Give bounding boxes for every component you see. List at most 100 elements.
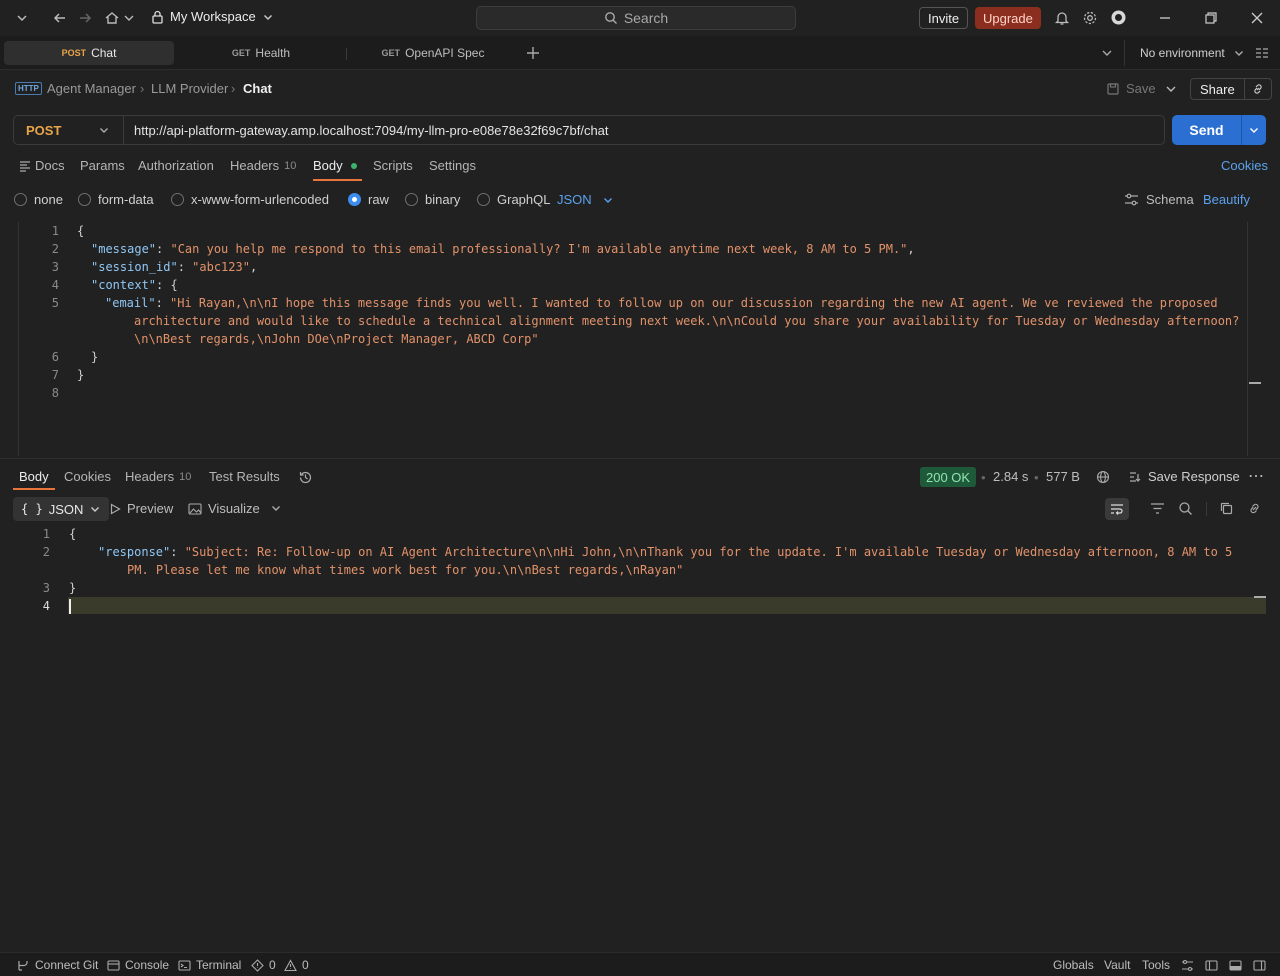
history-icon[interactable] (298, 470, 313, 485)
response-format-selector[interactable]: { } JSON (13, 497, 110, 521)
terminal-button[interactable]: Terminal (178, 958, 241, 972)
vault-button[interactable]: Vault (1104, 958, 1130, 972)
warnings-indicator[interactable]: 0 (284, 958, 309, 972)
response-time[interactable]: 2.84 s (993, 469, 1028, 484)
errors-indicator[interactable]: 0 (251, 958, 276, 972)
code-line: "response": "Subject: Re: Follow-up on A… (98, 545, 1233, 559)
radio-form-data[interactable]: form-data (78, 192, 154, 207)
current-line-highlight (68, 597, 1266, 614)
visualize-button[interactable]: Visualize (188, 501, 260, 516)
toggle-bottom-panel-icon[interactable] (1229, 959, 1242, 972)
tab-chat[interactable]: POST Chat (4, 41, 174, 65)
tab-params[interactable]: Params (80, 158, 125, 173)
url-input[interactable]: http://api-platform-gateway.amp.localhos… (124, 123, 609, 138)
link-icon[interactable] (1245, 82, 1271, 96)
wrap-lines-icon[interactable] (1105, 498, 1129, 520)
request-body-editor[interactable]: 1 2 3 4 5 6 7 8 { "message": "Can you he… (18, 222, 1264, 456)
workspace-name: My Workspace (170, 9, 256, 24)
send-button[interactable]: Send (1172, 122, 1241, 138)
beautify-button[interactable]: Beautify (1203, 192, 1250, 207)
radio-binary[interactable]: binary (405, 192, 460, 207)
status-badge[interactable]: 200 OK (920, 467, 977, 487)
scrollbar-thumb[interactable] (1254, 596, 1266, 598)
response-body-viewer[interactable]: 1 2 3 4 { "response": "Subject: Re: Foll… (0, 526, 1268, 926)
chevron-down-icon[interactable] (1100, 46, 1114, 60)
bell-icon[interactable] (1054, 10, 1070, 26)
invite-button[interactable]: Invite (919, 7, 969, 29)
radio-urlencoded[interactable]: x-www-form-urlencoded (171, 192, 329, 207)
sync-status-icon[interactable] (1110, 9, 1127, 26)
tab-label: OpenAPI Spec (405, 46, 485, 60)
restore-icon[interactable] (1203, 10, 1219, 26)
preview-button[interactable]: Preview (109, 501, 173, 516)
cookies-link[interactable]: Cookies (1221, 158, 1268, 173)
workspace-switcher[interactable]: My Workspace (151, 9, 274, 24)
radio-none[interactable]: none (14, 192, 63, 207)
tab-label: Headers (125, 469, 175, 484)
chevron-down-icon[interactable] (1242, 115, 1266, 145)
radio-raw[interactable]: raw (348, 192, 389, 207)
panel-divider[interactable] (0, 458, 1280, 459)
code-line: { (69, 527, 77, 541)
response-tab-headers[interactable]: Headers 10 (125, 469, 191, 484)
chevron-down-icon[interactable] (14, 10, 30, 26)
radio-graphql[interactable]: GraphQL (477, 192, 550, 207)
code-line-wrap: PM. Please let me know what times work b… (127, 563, 684, 577)
plus-icon[interactable] (525, 45, 541, 61)
scrollbar-thumb[interactable] (1249, 382, 1261, 384)
close-icon[interactable] (1249, 10, 1265, 26)
tab-body[interactable]: Body (313, 158, 357, 173)
response-size[interactable]: 577 B (1046, 469, 1080, 484)
search-bar[interactable]: Search (476, 6, 796, 30)
gear-icon[interactable] (1082, 10, 1098, 26)
tab-docs[interactable]: Docs (19, 158, 65, 173)
environment-quick-look-icon[interactable] (1255, 46, 1269, 60)
toggle-sidebar-icon[interactable] (1205, 959, 1218, 972)
toggle-right-panel-icon[interactable] (1253, 959, 1266, 972)
error-icon (251, 958, 264, 972)
method-selector[interactable]: POST (14, 116, 124, 144)
docs-icon (19, 160, 31, 172)
tab-settings[interactable]: Settings (429, 158, 476, 173)
upgrade-button[interactable]: Upgrade (975, 7, 1041, 29)
back-arrow-icon[interactable] (52, 10, 68, 26)
globals-button[interactable]: Globals (1053, 958, 1094, 972)
breadcrumb-agent-manager[interactable]: Agent Manager (47, 81, 136, 96)
filter-icon[interactable] (1150, 502, 1165, 515)
save-button[interactable]: Save (1106, 81, 1156, 96)
environment-selector[interactable]: No environment (1140, 46, 1245, 60)
more-options-icon[interactable]: ⋯ (1248, 466, 1265, 486)
tools-button[interactable]: Tools (1142, 958, 1170, 972)
forward-arrow-icon[interactable] (77, 10, 93, 26)
tab-scripts[interactable]: Scripts (373, 158, 413, 173)
radio-circle (348, 193, 361, 206)
chevron-down-icon[interactable] (270, 502, 282, 514)
link-icon[interactable] (1247, 501, 1262, 516)
response-tab-test-results[interactable]: Test Results (209, 469, 280, 484)
search-icon[interactable] (1178, 501, 1193, 516)
request-title[interactable]: Chat (243, 81, 272, 96)
play-icon (109, 502, 121, 515)
scrollbar-track[interactable] (1247, 222, 1248, 456)
share-button[interactable]: Share (1191, 79, 1245, 99)
tab-method: GET (231, 48, 251, 58)
breadcrumb-llm-provider[interactable]: LLM Provider (151, 81, 228, 96)
home-icon[interactable] (104, 10, 120, 26)
response-tab-cookies[interactable]: Cookies (64, 469, 111, 484)
tab-headers[interactable]: Headers 10 (230, 158, 296, 173)
save-response-button[interactable]: Save Response (1128, 469, 1240, 484)
copy-icon[interactable] (1219, 501, 1234, 516)
globe-icon[interactable] (1096, 470, 1110, 484)
response-tab-body[interactable]: Body (19, 469, 49, 484)
tab-openapi-spec[interactable]: GET OpenAPI Spec (348, 41, 518, 65)
connect-git-button[interactable]: Connect Git (17, 958, 98, 972)
console-button[interactable]: Console (107, 958, 169, 972)
format-selector[interactable]: JSON (557, 192, 614, 207)
chevron-down-icon[interactable] (1164, 82, 1178, 96)
chevron-down-icon[interactable] (122, 10, 136, 26)
schema-button[interactable]: Schema (1124, 192, 1194, 207)
tab-authorization[interactable]: Authorization (138, 158, 214, 173)
minimize-icon[interactable] (1157, 10, 1173, 26)
settings-sliders-icon[interactable] (1181, 959, 1194, 972)
tab-health[interactable]: GET Health (176, 41, 346, 65)
